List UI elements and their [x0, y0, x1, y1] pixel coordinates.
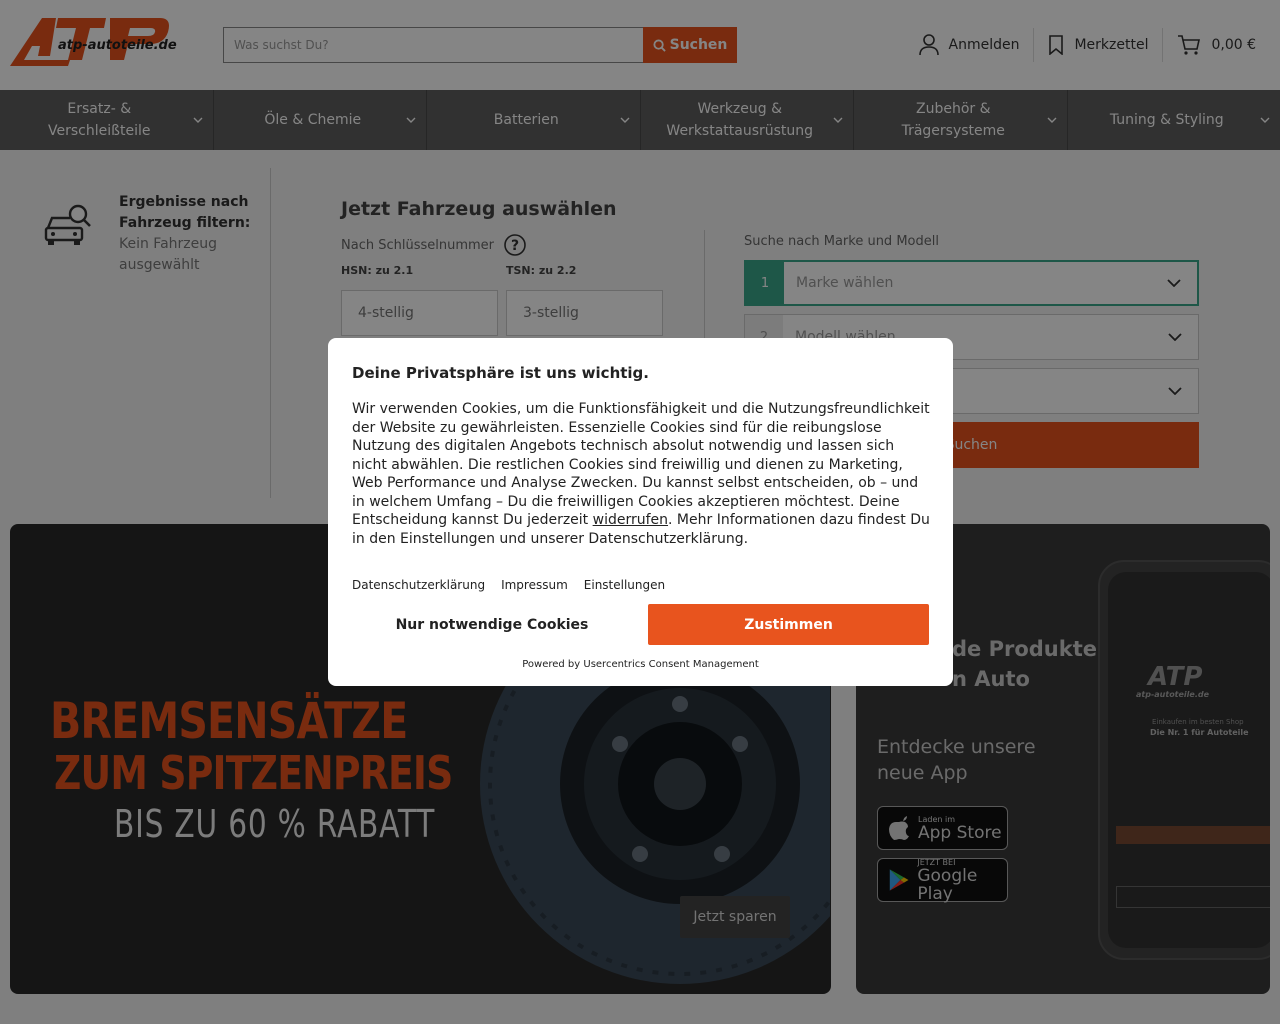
revoke-link[interactable]: widerrufen — [593, 512, 668, 528]
imprint-link[interactable]: Impressum — [501, 578, 568, 592]
necessary-cookies-button[interactable]: Nur notwendige Cookies — [352, 604, 632, 645]
powered-by: Powered by Usercentrics Consent Manageme… — [522, 659, 759, 670]
accept-button[interactable]: Zustimmen — [648, 604, 929, 645]
consent-links: Datenschutzerklärung Impressum Einstellu… — [352, 578, 665, 592]
consent-body: Wir verwenden Cookies, um die Funktionsf… — [352, 400, 932, 548]
privacy-link[interactable]: Datenschutzerklärung — [352, 578, 485, 592]
consent-title: Deine Privatsphäre ist uns wichtig. — [352, 364, 649, 382]
consent-text: Wir verwenden Cookies, um die Funktionsf… — [352, 401, 930, 528]
settings-link[interactable]: Einstellungen — [584, 578, 665, 592]
cookie-consent-dialog: Deine Privatsphäre ist uns wichtig. Wir … — [328, 338, 953, 686]
